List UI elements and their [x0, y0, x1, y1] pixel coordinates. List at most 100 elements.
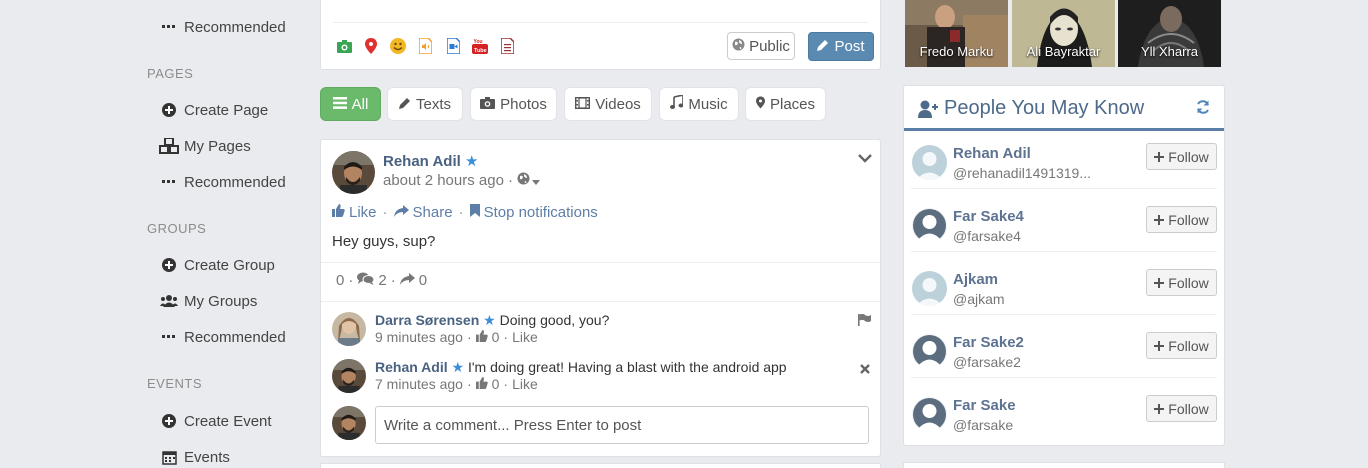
sidebar-item-label: Recommended	[184, 328, 286, 346]
person-handle: @ajkam	[953, 291, 1005, 307]
users-icon	[158, 294, 180, 308]
sidebar-item-events[interactable]: Events	[158, 445, 230, 468]
plus-icon	[1154, 401, 1165, 417]
privacy-dropdown[interactable]	[517, 172, 540, 189]
person-name[interactable]: Rehan Adil	[953, 145, 1031, 162]
follow-button[interactable]: Follow	[1146, 332, 1217, 359]
globe-icon	[732, 38, 745, 55]
person-name[interactable]: Far Sake4	[953, 208, 1024, 225]
comments-count[interactable]: 2	[378, 272, 386, 289]
follow-button[interactable]: Follow	[1146, 269, 1217, 296]
sidebar-item-my-pages[interactable]: My Pages	[158, 134, 251, 158]
avatar[interactable]	[332, 359, 366, 393]
sidebar-item-label: Events	[184, 448, 230, 466]
document-icon[interactable]	[499, 38, 515, 54]
sidebar-item-create-event[interactable]: Create Event	[158, 409, 272, 433]
post-meta: about 2 hours ago ·	[383, 172, 540, 189]
sidebar-item-label: My Pages	[184, 137, 251, 155]
audio-file-icon[interactable]	[417, 38, 433, 54]
comment-author[interactable]: Darra Sørensen	[375, 312, 479, 328]
avatar[interactable]	[332, 151, 375, 194]
comment-meta: 9 minutes ago · 0 · Like	[375, 329, 538, 345]
youtube-icon[interactable]: You Tube	[472, 38, 488, 54]
comment-time[interactable]: 9 minutes ago	[375, 329, 463, 345]
bookmark-icon	[469, 204, 480, 221]
ellipsis-icon	[158, 25, 180, 29]
comment-header: Darra Sørensen ★ Doing good, you?	[375, 312, 609, 329]
caret-down-icon	[531, 172, 540, 189]
flag-icon[interactable]	[858, 313, 871, 331]
privacy-public-button[interactable]: Public	[727, 32, 795, 60]
map-marker-icon[interactable]	[363, 38, 379, 54]
list-icon	[332, 96, 347, 113]
person-name[interactable]: Far Sake	[953, 397, 1016, 414]
chevron-down-icon[interactable]	[858, 150, 872, 168]
post-author[interactable]: Rehan Adil	[383, 153, 461, 170]
list-item: Rehan Adil @rehanadil1491319... Follow	[904, 143, 1224, 208]
public-label: Public	[749, 37, 790, 55]
tab-label: All	[351, 95, 369, 113]
tab-videos[interactable]: Videos	[564, 87, 652, 121]
tab-music[interactable]: Music	[659, 87, 739, 121]
tab-all[interactable]: All	[320, 87, 381, 121]
person-handle: @farsake4	[953, 228, 1021, 244]
comment-author[interactable]: Rehan Adil	[375, 359, 448, 375]
avatar[interactable]	[332, 312, 366, 346]
share-link[interactable]: Share	[413, 204, 453, 221]
camera-icon[interactable]	[336, 38, 352, 54]
sidebar-item-pages-recommended[interactable]: Recommended	[158, 170, 286, 194]
pencil-icon	[398, 96, 411, 113]
avatar[interactable]	[912, 271, 947, 306]
ellipsis-icon	[158, 335, 180, 339]
refresh-icon[interactable]	[1196, 100, 1210, 119]
sidebar-item-create-group[interactable]: Create Group	[158, 253, 275, 277]
sidebar-item-label: Recommended	[184, 173, 286, 191]
post-button[interactable]: Post	[808, 32, 874, 61]
separator-dot: ·	[466, 376, 472, 392]
person-name[interactable]: Far Sake2	[953, 334, 1024, 351]
comments-icon	[357, 272, 375, 289]
avatar[interactable]	[912, 397, 947, 432]
post-body: Hey guys, sup?	[332, 233, 436, 250]
comment-time[interactable]: 7 minutes ago	[375, 376, 463, 392]
person-name[interactable]: Ajkam	[953, 271, 998, 288]
comment-like-link[interactable]: Like	[512, 329, 538, 345]
friend-photo[interactable]: Ali Bayraktar	[1012, 0, 1115, 67]
video-file-icon[interactable]	[445, 38, 461, 54]
friend-photo[interactable]: Fredo Marku	[905, 0, 1008, 67]
sidebar-item-my-groups[interactable]: My Groups	[158, 289, 257, 313]
follow-button[interactable]: Follow	[1146, 395, 1217, 422]
sidebar-item-groups-recommended[interactable]: Recommended	[158, 325, 286, 349]
tab-label: Videos	[595, 95, 641, 113]
separator-dot: ·	[507, 172, 513, 189]
post-time[interactable]: about 2 hours ago	[383, 172, 504, 189]
like-link[interactable]: Like	[349, 204, 377, 221]
sidebar-item-label: Create Page	[184, 101, 269, 119]
follow-label: Follow	[1168, 400, 1209, 417]
avatar[interactable]	[912, 334, 947, 369]
tab-texts[interactable]: Texts	[387, 87, 463, 121]
tab-label: Texts	[415, 95, 451, 113]
svg-text:You: You	[474, 39, 483, 45]
likes-count[interactable]: 0	[336, 272, 344, 289]
cubes-icon	[158, 138, 180, 154]
stop-notifications-link[interactable]: Stop notifications	[484, 204, 598, 221]
comment-input[interactable]	[375, 406, 869, 444]
post-composer: You Tube Public Post	[320, 0, 881, 70]
tab-photos[interactable]: Photos	[470, 87, 557, 121]
comment-like-link[interactable]: Like	[512, 376, 538, 392]
friend-photo[interactable]: Yll Xharra	[1118, 0, 1221, 67]
post-label: Post	[834, 38, 865, 55]
follow-button[interactable]: Follow	[1146, 206, 1217, 233]
shares-count[interactable]: 0	[419, 272, 427, 289]
close-icon[interactable]	[860, 361, 870, 379]
photo-caption: Ali Bayraktar	[1026, 44, 1101, 59]
tab-places[interactable]: Places	[745, 87, 826, 121]
smiley-icon[interactable]	[390, 38, 406, 54]
sidebar-item-recommended-top[interactable]: Recommended	[158, 15, 286, 39]
follow-button[interactable]: Follow	[1146, 143, 1217, 170]
avatar[interactable]	[912, 145, 947, 180]
avatar[interactable]	[912, 208, 947, 243]
sidebar-item-create-page[interactable]: Create Page	[158, 98, 268, 122]
composer-divider	[333, 22, 868, 23]
